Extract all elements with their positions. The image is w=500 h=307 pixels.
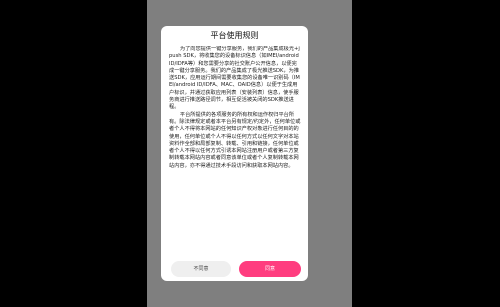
terms-dialog: 平台使用规则 为了向您提供一键分享服务，我们的产品集成极光+jpush SDK，… (161, 26, 308, 281)
dialog-title: 平台使用规则 (210, 31, 259, 40)
disagree-button[interactable]: 不同意 (171, 261, 231, 277)
agree-button[interactable]: 同意 (239, 261, 301, 277)
terms-paragraph: 为了向您提供一键分享服务，我们的产品集成极光+jpush SDK，将收集您的设备… (169, 46, 300, 111)
right-black-bar (352, 0, 500, 307)
terms-text-scroll[interactable]: 为了向您提供一键分享服务，我们的产品集成极光+jpush SDK，将收集您的设备… (169, 46, 301, 251)
terms-paragraph: 平台所提供的各项服务的所有权和运作权归平台所有。除法律规定或者本平台另有规定/约… (169, 111, 301, 169)
phone-screen-overlay: 平台使用规则 为了向您提供一键分享服务，我们的产品集成极光+jpush SDK，… (147, 0, 352, 307)
left-black-bar (0, 0, 147, 307)
text-fade-overlay (161, 241, 308, 255)
